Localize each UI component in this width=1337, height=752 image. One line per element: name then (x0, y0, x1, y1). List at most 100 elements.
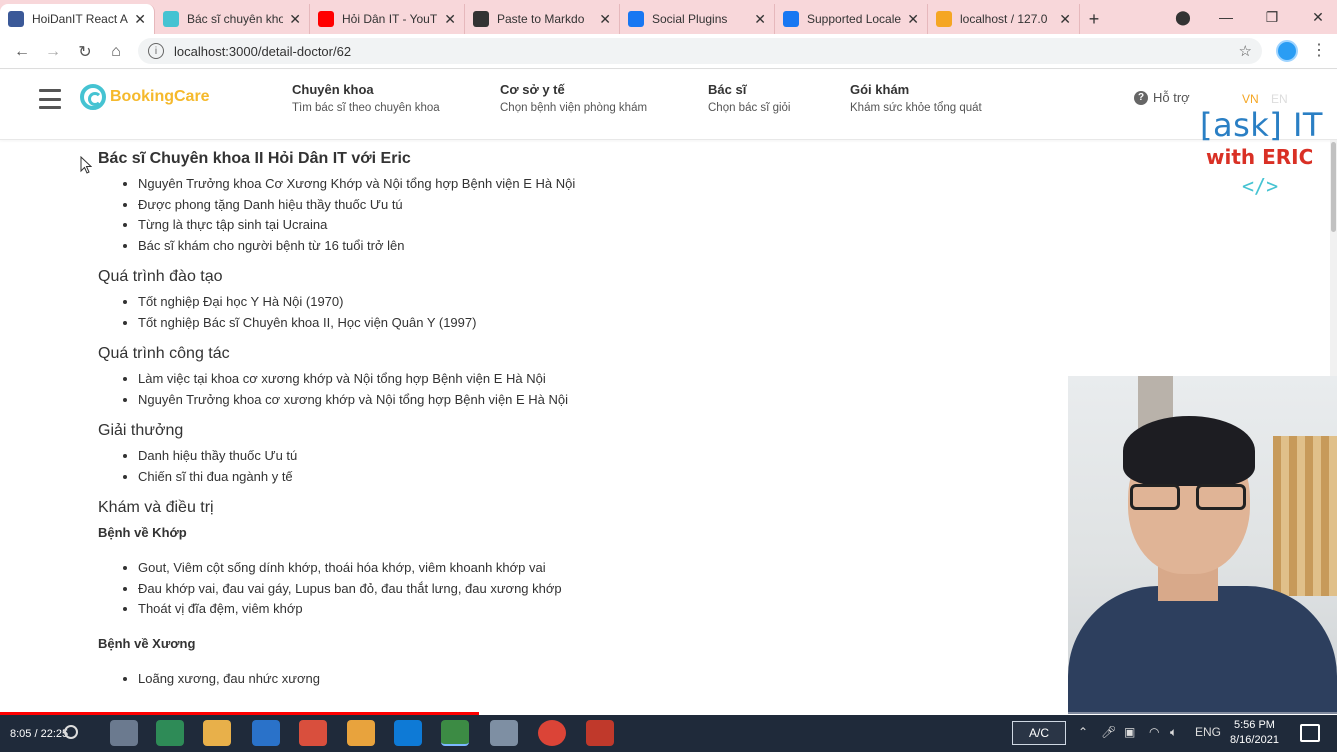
back-arrow-icon[interactable]: ← (6, 36, 38, 68)
browser-tab[interactable]: localhost / 127.0 ✕ (928, 4, 1080, 34)
browser-tab[interactable]: Bác sĩ chuyên kho ✕ (155, 4, 310, 34)
tab-title: Hỏi Dân IT - YouT (342, 12, 438, 26)
skype-icon[interactable] (252, 720, 280, 746)
work-list: Làm việc tại khoa cơ xương khớp và Nội t… (98, 369, 1058, 410)
wifi-icon[interactable]: ◠ (1149, 725, 1159, 739)
menu-item-package[interactable]: Gói khám Khám sức khỏe tổng quát (850, 82, 982, 114)
chrome-active-icon[interactable] (441, 720, 469, 746)
mouse-cursor-icon (80, 156, 92, 174)
scrollbar-thumb[interactable] (1331, 142, 1336, 232)
training-heading: Quá trình đào tạo (98, 268, 223, 285)
tab-close-icon[interactable]: ✕ (134, 11, 146, 28)
task-view-icon[interactable] (110, 720, 138, 746)
tab-close-icon[interactable]: ✕ (907, 11, 919, 28)
doctor-detail-content: Bác sĩ Chuyên khoa II Hỏi Dân IT với Eri… (98, 140, 1058, 689)
menu-title: Gói khám (850, 82, 910, 97)
awards-heading: Giải thưởng (98, 422, 184, 439)
tab-close-icon[interactable]: ✕ (444, 11, 456, 28)
webcam-overlay (1068, 376, 1337, 714)
camera-icon[interactable]: ▣ (1124, 725, 1135, 739)
clock-date: 8/16/2021 (1230, 734, 1279, 746)
browser-tab[interactable]: Hỏi Dân IT - YouT ✕ (310, 4, 465, 34)
xampp-icon[interactable] (347, 720, 375, 746)
list-item: Chiến sĩ thi đua ngành y tế (138, 467, 1058, 488)
bookmark-star-icon[interactable]: ☆ (1239, 42, 1252, 60)
tab-favicon-icon (473, 11, 489, 27)
list-item: Gout, Viêm cột sống dính khớp, thoái hóa… (138, 558, 1058, 579)
logo-text: BookingCare (110, 88, 210, 105)
input-language[interactable]: ENG (1195, 725, 1221, 739)
menu-title: Bác sĩ (708, 82, 747, 97)
terminal-icon[interactable] (586, 720, 614, 746)
profile-menu-icon[interactable]: ⬤ (1160, 0, 1206, 34)
new-tab-button[interactable]: + (1080, 4, 1108, 34)
lang-en-button[interactable]: EN (1271, 92, 1288, 106)
minimize-button[interactable]: — (1203, 0, 1249, 34)
tab-close-icon[interactable]: ✕ (1059, 11, 1071, 28)
list-item: Tốt nghiệp Bác sĩ Chuyên khoa II, Học vi… (138, 313, 1058, 334)
speaker-icon[interactable]: 🔈︎ (1170, 725, 1177, 740)
chrome-icon[interactable] (538, 720, 566, 746)
close-window-button[interactable]: ✕ (1295, 0, 1337, 34)
list-item: Nguyên Trưởng khoa cơ xương khớp và Nội … (138, 390, 1058, 411)
clock-time: 5:56 PM (1233, 719, 1275, 731)
tab-title: Paste to Markdo (497, 12, 585, 26)
system-clock[interactable]: 5:56 PM 8/16/2021 (1230, 718, 1279, 748)
site-header: BookingCare Chuyên khoa Tìm bác sĩ theo … (0, 70, 1337, 140)
home-icon[interactable]: ⌂ (100, 36, 132, 68)
camtasia-icon[interactable] (156, 720, 184, 746)
tab-title: Supported Locale (807, 12, 902, 26)
tab-favicon-icon (783, 11, 799, 27)
menu-item-facility[interactable]: Cơ sở y tế Chọn bệnh viện phòng khám (500, 82, 647, 114)
browser-tab[interactable]: Supported Locale ✕ (775, 4, 928, 34)
forward-arrow-icon[interactable]: → (37, 36, 69, 68)
tab-favicon-icon (936, 11, 952, 27)
ac-indicator[interactable]: A/C (1012, 721, 1066, 745)
git-icon[interactable] (299, 720, 327, 746)
support-link[interactable]: ? Hỗ trợ (1134, 90, 1190, 105)
video-time: 8:05 / 22:25 (10, 728, 69, 740)
reload-icon[interactable]: ↻ (69, 36, 101, 68)
browser-tab[interactable]: Paste to Markdo ✕ (465, 4, 620, 34)
work-heading: Quá trình công tác (98, 345, 230, 362)
lang-vn-button[interactable]: VN (1242, 92, 1259, 106)
bookingcare-logo-icon (80, 84, 106, 110)
bone-list: Loãng xương, đau nhức xương (98, 669, 1058, 690)
browser-tab[interactable]: HoiDanIT React A ✕ (0, 4, 155, 34)
site-info-icon[interactable]: i (148, 43, 164, 59)
file-explorer-icon[interactable] (203, 720, 231, 746)
menu-item-doctor[interactable]: Bác sĩ Chọn bác sĩ giỏi (708, 82, 790, 114)
joint-heading: Bệnh về Khớp (98, 525, 187, 540)
site-logo[interactable]: BookingCare (80, 84, 210, 110)
tab-favicon-icon (8, 11, 24, 27)
tab-title: HoiDanIT React A (32, 12, 128, 26)
list-item: Bác sĩ khám cho người bệnh từ 16 tuổi tr… (138, 236, 1058, 257)
watermark-ask-it: [ask] IT (1200, 106, 1323, 144)
tab-close-icon[interactable]: ✕ (289, 11, 301, 28)
microphone-icon[interactable]: 🎤︎ (1101, 725, 1116, 739)
tab-favicon-icon (318, 11, 334, 27)
tab-close-icon[interactable]: ✕ (754, 11, 766, 28)
browser-tab[interactable]: Social Plugins ✕ (620, 4, 775, 34)
tab-title: localhost / 127.0 (960, 12, 1048, 26)
browser-menu-icon[interactable]: ⋮ (1311, 40, 1327, 60)
list-item: Được phong tặng Danh hiệu thầy thuốc Ưu … (138, 195, 1058, 216)
list-item: Đau khớp vai, đau vai gáy, Lupus ban đỏ,… (138, 579, 1058, 600)
address-bar[interactable]: i localhost:3000/detail-doctor/62 ☆ (138, 38, 1262, 64)
vscode-icon[interactable] (394, 720, 422, 746)
awards-list: Danh hiệu thầy thuốc Ưu tú Chiến sĩ thi … (98, 446, 1058, 487)
tab-title: Social Plugins (652, 12, 728, 26)
curtain (1273, 436, 1337, 596)
search-icon[interactable] (64, 725, 78, 739)
notification-icon[interactable] (1300, 724, 1320, 742)
chevron-up-icon[interactable]: ⌃ (1078, 725, 1088, 739)
maximize-button[interactable]: ❐ (1249, 0, 1295, 34)
tab-close-icon[interactable]: ✕ (599, 11, 611, 28)
joint-list: Gout, Viêm cột sống dính khớp, thoái hóa… (98, 558, 1058, 620)
support-label: Hỗ trợ (1153, 90, 1190, 105)
menu-item-specialty[interactable]: Chuyên khoa Tìm bác sĩ theo chuyên khoa (292, 82, 440, 114)
sublime-icon[interactable] (490, 720, 518, 746)
hamburger-menu-icon[interactable] (39, 89, 61, 109)
profile-avatar[interactable] (1276, 40, 1298, 62)
menu-subtitle: Chọn bệnh viện phòng khám (500, 102, 648, 114)
